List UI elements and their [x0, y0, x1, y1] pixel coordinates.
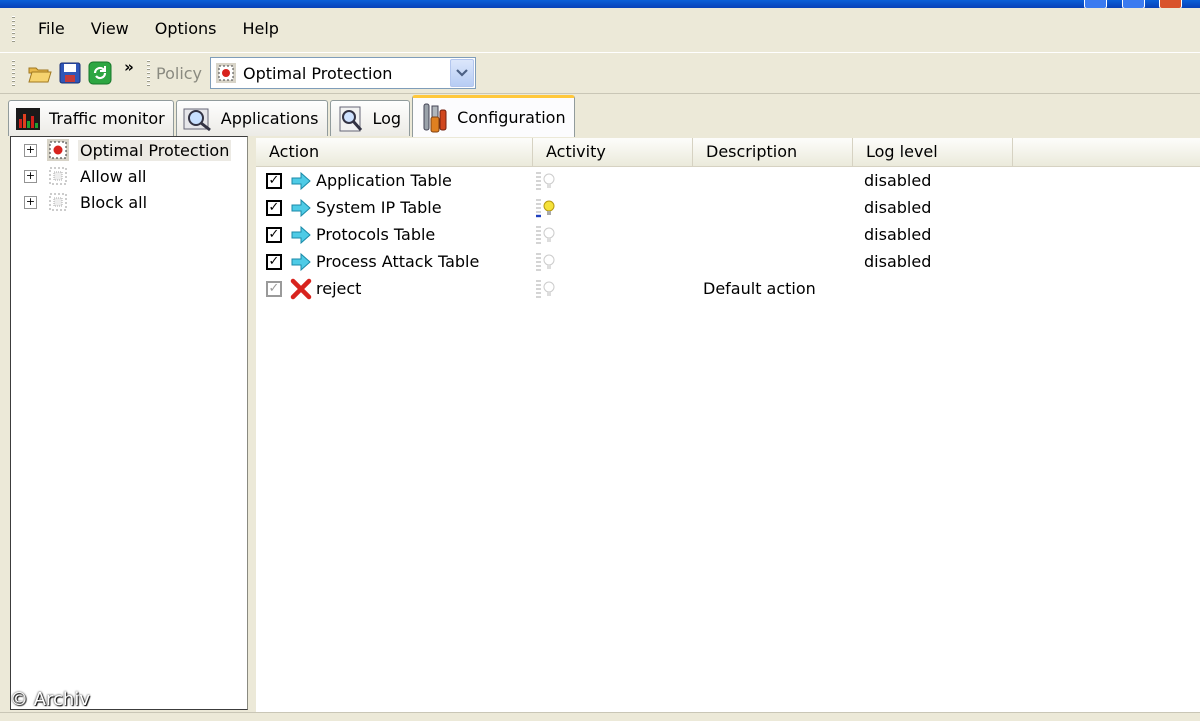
- tree-item-label: Block all: [80, 192, 148, 212]
- arrow-right-icon: [291, 171, 311, 190]
- red-x-icon: [290, 278, 312, 299]
- folder-open-icon: [28, 67, 52, 83]
- rules-grid: Action Activity Description Log level ✓ …: [256, 138, 1200, 712]
- menu-bar: File View Options Help: [0, 8, 1200, 50]
- tab-applications[interactable]: Applications: [175, 100, 328, 136]
- row-checkbox[interactable]: ✓: [266, 253, 282, 270]
- row-action: Protocols Table: [316, 225, 436, 244]
- expand-icon[interactable]: +: [24, 143, 37, 157]
- log-magnifier-icon: [339, 106, 362, 131]
- policy-grid-icon: [49, 193, 67, 211]
- activity-bulb-icon: [536, 279, 555, 298]
- close-button[interactable]: [1159, 0, 1182, 8]
- tab-configuration[interactable]: Configuration: [412, 95, 575, 137]
- row-log-level: disabled: [864, 252, 932, 271]
- arrow-right-icon: [291, 198, 311, 217]
- refresh-icon: [88, 61, 112, 85]
- column-header-log-level[interactable]: Log level: [853, 138, 1013, 166]
- open-button[interactable]: [25, 58, 55, 88]
- column-header-description[interactable]: Description: [693, 138, 853, 166]
- arrow-right-icon: [291, 252, 311, 271]
- row-description: [693, 194, 853, 221]
- row-action: Process Attack Table: [316, 252, 480, 271]
- activity-bulb-icon: [536, 171, 555, 190]
- tab-label: Traffic monitor: [49, 109, 165, 128]
- row-description: Default action: [703, 279, 816, 298]
- column-header-action[interactable]: Action: [256, 138, 533, 166]
- title-bar: [0, 0, 1200, 8]
- row-checkbox[interactable]: ✓: [266, 199, 282, 216]
- policy-dropdown-button[interactable]: [450, 59, 475, 87]
- row-log-level: [853, 275, 1013, 302]
- floppy-disk-icon: [59, 62, 81, 84]
- menu-view[interactable]: View: [78, 15, 142, 43]
- bar-chart-icon: [16, 107, 40, 130]
- expand-icon[interactable]: +: [24, 169, 37, 183]
- tab-label: Applications: [220, 109, 319, 128]
- row-action: Application Table: [316, 171, 452, 190]
- toolbar-grip-2[interactable]: [147, 60, 150, 86]
- grid-header: Action Activity Description Log level: [256, 138, 1200, 167]
- table-row[interactable]: ✓ Application Table disabled: [256, 167, 1200, 194]
- tools-icon: [423, 103, 447, 132]
- tree-item-optimal-protection[interactable]: + Optimal Protection: [11, 137, 247, 163]
- activity-bulb-lit-icon: [536, 198, 555, 217]
- shield-policy-icon: [216, 63, 237, 83]
- row-checkbox[interactable]: ✓: [266, 226, 282, 243]
- policy-value: Optimal Protection: [243, 63, 393, 83]
- menu-file[interactable]: File: [25, 15, 78, 43]
- tab-log[interactable]: Log: [329, 100, 411, 136]
- tab-label: Configuration: [457, 108, 566, 127]
- policy-select[interactable]: Optimal Protection: [210, 57, 477, 89]
- tab-traffic-monitor[interactable]: Traffic monitor: [8, 100, 174, 136]
- policy-label: Policy: [156, 63, 203, 83]
- tree-item-allow-all[interactable]: + Allow all: [11, 163, 247, 189]
- shield-policy-icon: [47, 139, 69, 161]
- menu-options[interactable]: Options: [142, 15, 230, 43]
- policy-grid-icon: [49, 167, 67, 185]
- tab-label: Log: [372, 109, 402, 128]
- expand-icon[interactable]: +: [24, 195, 37, 209]
- table-row[interactable]: ✓ System IP Table disabled: [256, 194, 1200, 221]
- tree-item-label: Optimal Protection: [78, 139, 232, 161]
- row-log-level: disabled: [864, 198, 932, 217]
- minimize-button[interactable]: [1084, 0, 1107, 8]
- toolbar-overflow-button[interactable]: »: [115, 58, 143, 88]
- menu-grip[interactable]: [12, 16, 15, 42]
- row-action: reject: [316, 279, 362, 298]
- toolbar-grip[interactable]: [12, 60, 15, 86]
- table-row[interactable]: ✓ reject Default action: [256, 275, 1200, 302]
- row-description: [693, 221, 853, 248]
- activity-bulb-icon: [536, 225, 555, 244]
- tree-item-block-all[interactable]: + Block all: [11, 189, 247, 215]
- arrow-right-icon: [291, 225, 311, 244]
- magnifier-icon: [183, 108, 211, 131]
- tree-item-label: Allow all: [80, 166, 147, 186]
- row-log-level: disabled: [864, 171, 932, 190]
- maximize-button[interactable]: [1122, 0, 1145, 8]
- chevron-down-icon: [456, 69, 468, 77]
- refresh-button[interactable]: [85, 58, 115, 88]
- table-row[interactable]: ✓ Process Attack Table disabled: [256, 248, 1200, 275]
- tab-strip: Traffic monitor Applications Log Configu…: [8, 94, 577, 137]
- row-description: [693, 248, 853, 275]
- row-log-level: disabled: [864, 225, 932, 244]
- row-checkbox[interactable]: ✓: [266, 280, 282, 297]
- menu-help[interactable]: Help: [229, 15, 291, 43]
- activity-bulb-icon: [536, 252, 555, 271]
- table-row[interactable]: ✓ Protocols Table disabled: [256, 221, 1200, 248]
- watermark: © Archiv: [10, 689, 90, 710]
- save-button[interactable]: [55, 58, 85, 88]
- row-action: System IP Table: [316, 198, 442, 217]
- row-description: [693, 167, 853, 194]
- row-checkbox[interactable]: ✓: [266, 172, 282, 189]
- column-header-activity[interactable]: Activity: [533, 138, 693, 166]
- toolbar: » Policy Optimal Protection: [0, 52, 1200, 94]
- policy-tree: + Optimal Protection + Allow all + Block…: [10, 136, 248, 710]
